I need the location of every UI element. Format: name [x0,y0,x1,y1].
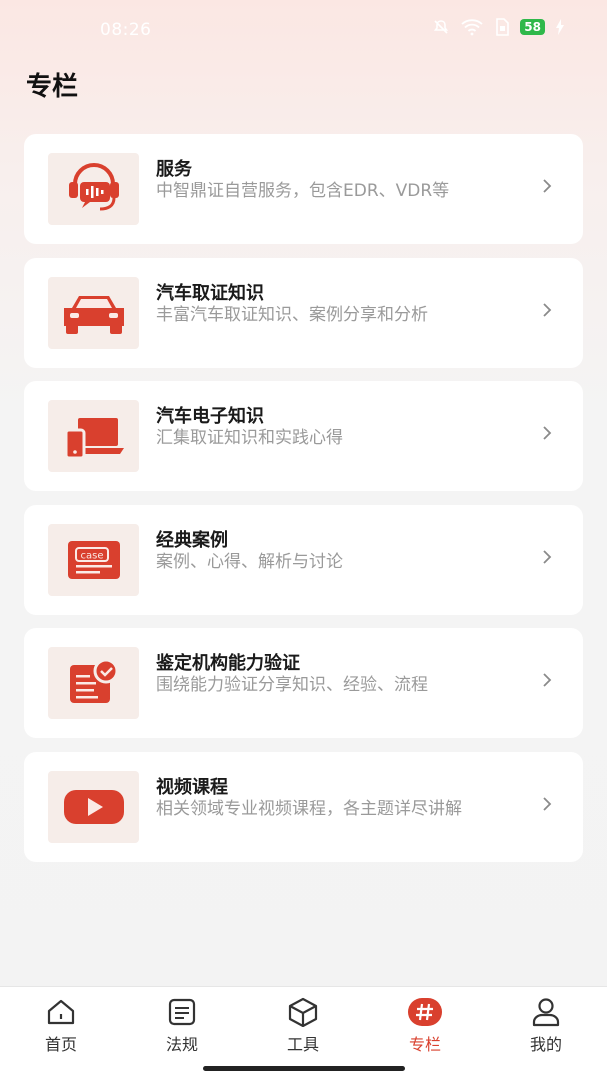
regulations-icon [168,998,196,1026]
chevron-right-icon [543,550,552,564]
nav-label: 法规 [165,1035,198,1054]
mute-icon [434,20,449,34]
card-title: 汽车电子知识 [156,406,264,428]
card-description: 案例、心得、解析与讨论 [156,551,343,572]
nav-label: 我的 [529,1035,562,1054]
case-icon-text: case [80,550,103,561]
column-card-car-electronics[interactable]: 汽车电子知识 汇集取证知识和实践心得 [24,381,583,492]
nav-item-tools[interactable]: 工具 [263,997,343,1055]
card-description: 中智鼎证自营服务，包含EDR、VDR等 [156,181,450,201]
column-card-car-forensics[interactable]: 汽车取证知识 丰富汽车取证知识、案例分享和分析 [24,257,583,368]
card-title: 汽车取证知识 [156,282,264,304]
status-time: 08:26 [100,20,152,40]
card-icon-box [48,400,139,473]
card-description: 围绕能力验证分享知识、经验、流程 [156,675,428,696]
card-icon-box [48,647,139,720]
card-icon-box [48,770,139,843]
tools-box-icon [288,997,318,1027]
video-play-icon [63,789,124,824]
card-title: 视频课程 [156,776,228,798]
nav-item-columns[interactable]: 专栏 [385,997,465,1055]
card-description: 相关领域专业视频课程，各主题详尽讲解 [156,798,462,819]
wifi-icon [461,19,483,36]
card-icon-box [48,153,139,225]
profile-icon [532,998,560,1027]
card-title: 鉴定机构能力验证 [156,653,300,675]
column-card-service[interactable]: 服务 中智鼎证自营服务，包含EDR、VDR等 [24,134,583,244]
card-title: 服务 [156,159,192,180]
chevron-right-icon [543,302,552,317]
column-card-capability-verification[interactable]: 鉴定机构能力验证 围绕能力验证分享知识、经验、流程 [24,628,583,739]
case-icon: case [67,540,120,579]
column-card-classic-cases[interactable]: case 经典案例 案例、心得、解析与讨论 [24,504,583,615]
chevron-right-icon [543,673,552,688]
hashtag-icon [408,998,442,1026]
sim-icon [496,18,510,36]
card-description: 丰富汽车取证知识、案例分享和分析 [156,304,428,325]
card-icon-box [48,276,139,349]
chevron-right-icon [543,797,552,811]
card-icon-box: case [48,523,139,596]
car-icon [63,295,124,334]
card-description: 汇集取证知识和实践心得 [156,428,343,449]
home-indicator [203,1066,405,1071]
status-bar: 08:26 58 [0,0,607,62]
chevron-right-icon [543,426,552,440]
nav-item-regulations[interactable]: 法规 [142,997,222,1055]
column-card-video-courses[interactable]: 视频课程 相关领域专业视频课程，各主题详尽讲解 [24,751,583,862]
nav-item-home[interactable]: 首页 [21,997,101,1055]
devices-icon [64,418,124,460]
column-list: 服务 中智鼎证自营服务，包含EDR、VDR等 汽车取证知识 丰富汽车取证知识、案… [24,134,583,876]
headset-icon [68,163,119,211]
page-title: 专栏 [26,72,79,102]
chevron-right-icon [543,179,552,193]
nav-label: 专栏 [408,1035,441,1054]
status-icons: 58 [432,18,565,36]
card-title: 经典案例 [156,529,228,551]
home-icon [47,999,75,1025]
charging-icon [556,19,564,35]
nav-label: 工具 [286,1035,319,1054]
certificate-check-icon [69,658,118,704]
nav-item-profile[interactable]: 我的 [506,997,586,1055]
battery-indicator: 58 [520,19,545,35]
nav-label: 首页 [44,1035,77,1054]
